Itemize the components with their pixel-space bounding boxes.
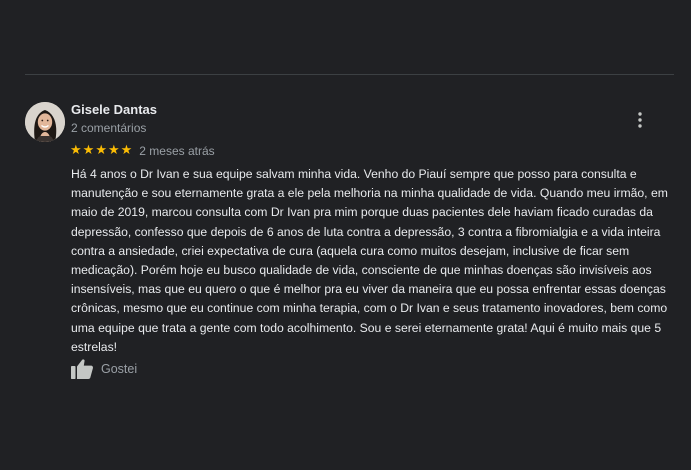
- review-page: Gisele Dantas 2 comentários ★ ★ ★ ★ ★ 2 …: [0, 0, 691, 470]
- star-rating: ★ ★ ★ ★ ★: [70, 143, 132, 157]
- avatar-photo: [25, 102, 65, 142]
- review-date: 2 meses atrás: [139, 144, 215, 158]
- star-icon: ★: [95, 142, 107, 157]
- author-review-count: 2 comentários: [71, 121, 147, 135]
- divider: [25, 74, 674, 75]
- author-name[interactable]: Gisele Dantas: [71, 102, 157, 118]
- thumbs-up-icon: [70, 358, 94, 380]
- star-icon: ★: [70, 142, 82, 157]
- star-icon: ★: [107, 142, 120, 157]
- more-vert-icon: [638, 112, 642, 128]
- star-icon: ★: [82, 142, 95, 157]
- more-options-button[interactable]: [628, 108, 652, 132]
- like-button[interactable]: Gostei: [70, 356, 137, 382]
- like-label: Gostei: [101, 362, 138, 376]
- rating-row: ★ ★ ★ ★ ★ 2 meses atrás: [70, 142, 215, 159]
- review-text: Há 4 anos o Dr Ivan e sua equipe salvam …: [71, 167, 668, 354]
- star-icon: ★: [120, 142, 133, 157]
- avatar[interactable]: [25, 102, 65, 142]
